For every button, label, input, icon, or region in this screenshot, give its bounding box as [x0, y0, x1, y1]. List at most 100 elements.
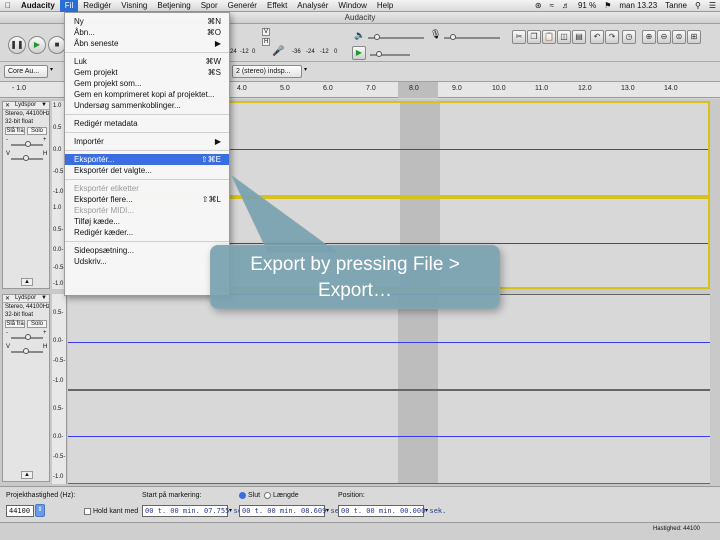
- silence-button[interactable]: ▤: [572, 30, 586, 44]
- pause-icon: ❚❚: [10, 40, 24, 49]
- menu-item-label: Eksportér MIDI...: [74, 206, 135, 215]
- track-header: ✕ Lydspor ▼: [3, 102, 49, 110]
- zoom-out-icon: ⊖: [660, 32, 668, 41]
- sync-lock-button[interactable]: ◷: [622, 30, 636, 44]
- track-name[interactable]: Lydspor: [15, 102, 36, 109]
- snap-to-checkbox[interactable]: [84, 508, 91, 515]
- app-menu[interactable]: Audacity: [16, 0, 60, 12]
- track-name[interactable]: Lydspor: [15, 295, 36, 302]
- menu-view[interactable]: Visning: [116, 0, 152, 12]
- chevron-down-icon[interactable]: ▼: [41, 295, 47, 302]
- close-icon[interactable]: ✕: [5, 295, 10, 302]
- redo-button[interactable]: ↷: [605, 30, 619, 44]
- menubar-user[interactable]: Tanne: [661, 1, 691, 10]
- chevron-down-icon[interactable]: ▾: [229, 507, 232, 514]
- zoom-in-button[interactable]: ⊕: [642, 30, 656, 44]
- menu-item-export-multiple[interactable]: Eksportér flere... ⇧⌘L: [65, 194, 229, 205]
- mute-button[interactable]: Slå fra: [5, 127, 25, 135]
- pan-knob[interactable]: [23, 348, 29, 354]
- battery-level[interactable]: 91 %: [574, 1, 600, 10]
- menu-item-edit-chains[interactable]: Redigér kæder...: [65, 227, 229, 238]
- menu-item-save-project[interactable]: Gem projekt ⌘S: [65, 67, 229, 78]
- paste-button[interactable]: 📋: [542, 30, 556, 44]
- menu-edit[interactable]: Redigér: [78, 0, 116, 12]
- menu-tracks[interactable]: Spor: [196, 0, 223, 12]
- apple-icon[interactable]: : [0, 0, 16, 12]
- menu-transport[interactable]: Betjening: [152, 0, 195, 12]
- menu-item-export-selection[interactable]: Eksportér det valgte...: [65, 165, 229, 176]
- input-channels-select[interactable]: 2 (stereo) indsp...: [232, 65, 302, 78]
- trim-button[interactable]: ◫: [557, 30, 571, 44]
- scale-label: 0.0: [53, 147, 62, 153]
- snap-to-label: Hold kant med: [93, 508, 139, 515]
- menu-item-new[interactable]: Ny ⌘N: [65, 16, 229, 27]
- project-rate-dropdown[interactable]: ⇕: [35, 504, 45, 517]
- menu-generate[interactable]: Generér: [223, 0, 262, 12]
- volume-icon[interactable]: ♬: [558, 1, 574, 10]
- list-icon[interactable]: ☰: [705, 1, 720, 10]
- menu-analyze[interactable]: Analysér: [292, 0, 333, 12]
- bluetooth-icon[interactable]: ⊛: [531, 1, 546, 10]
- fit-selection-button[interactable]: ⊜: [672, 30, 686, 44]
- end-radio[interactable]: [239, 492, 246, 499]
- project-rate-label: Projekthastighed (Hz):: [6, 492, 76, 499]
- gain-knob[interactable]: [25, 141, 31, 147]
- track-bitdepth: 32-bit float: [5, 312, 34, 318]
- minus-icon: -: [6, 137, 8, 143]
- menu-item-export[interactable]: Eksportér... ⇧⌘E: [65, 154, 229, 165]
- play-speed-knob[interactable]: [376, 51, 382, 57]
- recording-volume-knob[interactable]: [450, 34, 456, 40]
- cut-button[interactable]: ✂: [512, 30, 526, 44]
- menu-file[interactable]: Fil: [59, 0, 79, 12]
- pan-right-label: H: [43, 151, 48, 157]
- menu-item-close[interactable]: Luk ⌘W: [65, 56, 229, 67]
- menu-item-check-dependencies[interactable]: Undersøg sammenkoblinger...: [65, 100, 229, 111]
- menu-help[interactable]: Help: [372, 0, 398, 12]
- menu-item-open-recent[interactable]: Åbn seneste ▶: [65, 38, 229, 49]
- project-rate-input[interactable]: 44100: [6, 505, 34, 517]
- meter-label: -24: [306, 49, 315, 55]
- wifi-icon[interactable]: ≈: [546, 1, 558, 10]
- menu-item-print[interactable]: Udskriv...: [65, 256, 229, 267]
- collapse-track-button[interactable]: ▲: [21, 278, 33, 286]
- menu-item-edit-metadata[interactable]: Redigér metadata: [65, 118, 229, 129]
- copy-button[interactable]: ❐: [527, 30, 541, 44]
- position-field[interactable]: 00 t. 00 min. 00.000 sek.: [338, 505, 446, 517]
- gain-knob[interactable]: [25, 334, 31, 340]
- play-at-speed-button[interactable]: ▶: [352, 46, 366, 60]
- menu-item-page-setup[interactable]: Sideopsætning...: [65, 245, 229, 256]
- pause-button[interactable]: ❚❚: [8, 36, 26, 54]
- undo-button[interactable]: ↶: [590, 30, 604, 44]
- playback-volume-knob[interactable]: [374, 34, 380, 40]
- menu-item-open[interactable]: Åbn... ⌘O: [65, 27, 229, 38]
- menubar-clock[interactable]: man 13.23: [615, 1, 661, 10]
- fit-project-button[interactable]: ⊞: [687, 30, 701, 44]
- selection-end-field[interactable]: 00 t. 00 min. 08.609 sek.: [239, 505, 347, 517]
- chevron-down-icon[interactable]: ▼: [41, 102, 47, 109]
- menu-item-import[interactable]: Importér ▶: [65, 136, 229, 147]
- mute-button[interactable]: Slå fra: [5, 320, 25, 328]
- play-button[interactable]: ▶: [28, 36, 46, 54]
- menu-item-save-compressed-copy[interactable]: Gem en komprimeret kopi af projektet...: [65, 89, 229, 100]
- chevron-down-icon[interactable]: ▾: [425, 507, 428, 514]
- selection-start-field[interactable]: 00 t. 00 min. 07.755 sek.: [142, 505, 250, 517]
- spotlight-icon[interactable]: ⚲: [691, 1, 705, 10]
- scale-label: -1.0: [53, 189, 64, 195]
- collapse-track-button[interactable]: ▲: [21, 471, 33, 479]
- solo-button[interactable]: Solo: [27, 127, 47, 135]
- waveform-channel-right[interactable]: [68, 390, 710, 484]
- solo-button[interactable]: Solo: [27, 320, 47, 328]
- length-radio[interactable]: [264, 492, 271, 499]
- chevron-down-icon[interactable]: ▾: [326, 507, 329, 514]
- menu-window[interactable]: Window: [333, 0, 371, 12]
- menu-item-apply-chain[interactable]: Tilføj kæde...: [65, 216, 229, 227]
- audio-host-select[interactable]: Core Au...: [4, 65, 48, 78]
- pan-knob[interactable]: [23, 155, 29, 161]
- flag-icon[interactable]: ⚑: [600, 1, 615, 10]
- close-icon[interactable]: ✕: [5, 102, 10, 109]
- menu-item-label: Åbn...: [74, 28, 95, 37]
- menu-item-save-project-as[interactable]: Gem projekt som...: [65, 78, 229, 89]
- menu-effect[interactable]: Effekt: [262, 0, 292, 12]
- microphone-icon[interactable]: 🎤: [272, 46, 284, 57]
- zoom-out-button[interactable]: ⊖: [657, 30, 671, 44]
